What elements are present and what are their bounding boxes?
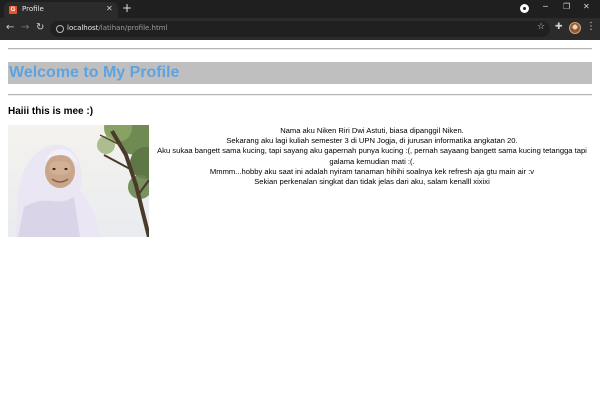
- bookmark-star-icon[interactable]: ☆: [537, 21, 545, 33]
- heading-banner: Welcome to My Profile: [8, 62, 592, 84]
- bio-line: Mmmm...hobby aku saat ini adalah nyiram …: [209, 166, 535, 176]
- window-close-button[interactable]: ✕: [583, 2, 590, 11]
- browser-toolbar: ← → ↻ localhost/latihan/profile.html ☆ ✚…: [0, 18, 600, 40]
- new-tab-button[interactable]: +: [122, 1, 132, 15]
- url-path: /latihan/profile.html: [98, 24, 168, 32]
- bio-line: Nama aku Niken Riri Dwi Astuti, biasa di…: [280, 126, 464, 135]
- url-host: localhost: [67, 24, 99, 32]
- profile-avatar[interactable]: [569, 22, 581, 34]
- tab-close-icon[interactable]: ✕: [106, 4, 113, 13]
- tab-search-icon[interactable]: [520, 4, 529, 13]
- bio-line: Aku sukaa bangett sama kucing, tapi saya…: [157, 146, 587, 166]
- minimize-button[interactable]: ─: [543, 2, 548, 11]
- tab-title: Profile: [22, 5, 44, 13]
- bio-line: Sekian perkenalan singkat dan tidak jela…: [254, 177, 490, 187]
- address-bar[interactable]: localhost/latihan/profile.html: [50, 21, 550, 37]
- page-title: Welcome to My Profile: [9, 64, 180, 81]
- browser-tab-profile[interactable]: G Profile ✕: [4, 2, 118, 18]
- profile-photo: [8, 125, 149, 237]
- extensions-puzzle-icon[interactable]: ✚: [555, 21, 563, 33]
- profile-bio: Nama aku Niken Riri Dwi Astuti, biasa di…: [152, 126, 592, 187]
- forward-button[interactable]: →: [21, 22, 29, 34]
- profile-photo-image: [8, 125, 149, 237]
- top-divider: [8, 48, 592, 50]
- restore-button[interactable]: ❐: [563, 2, 570, 11]
- reload-button[interactable]: ↻: [36, 22, 44, 34]
- profile-greeting: Haiii this is mee :): [8, 106, 94, 117]
- url-text[interactable]: localhost/latihan/profile.html: [67, 24, 168, 32]
- site-info-icon[interactable]: [56, 25, 64, 33]
- favicon-icon: G: [9, 6, 17, 14]
- heading-divider: [8, 94, 592, 96]
- browser-menu-icon[interactable]: ⋮: [586, 21, 596, 33]
- browser-tab-strip: G Profile ✕ + ─ ❐ ✕: [0, 0, 600, 18]
- back-button[interactable]: ←: [6, 22, 14, 34]
- bio-line: Sekarang aku lagi kuliah semester 3 di U…: [226, 136, 518, 146]
- page-content: Welcome to My Profile Haiii this is mee …: [0, 40, 600, 400]
